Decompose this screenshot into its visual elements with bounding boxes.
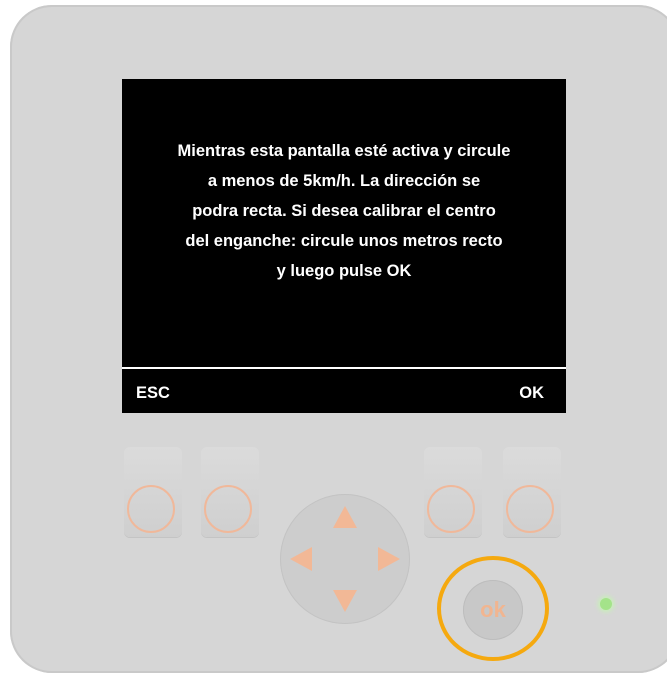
arrow-left-icon[interactable] bbox=[290, 547, 312, 571]
circle-icon bbox=[427, 485, 475, 533]
arrow-right-icon[interactable] bbox=[378, 547, 400, 571]
screen-message: Mientras esta pantalla esté activa y cir… bbox=[177, 142, 511, 280]
ok-button[interactable]: ok bbox=[463, 580, 523, 640]
softkey-label-esc: ESC bbox=[136, 384, 170, 402]
circle-icon bbox=[204, 485, 252, 533]
softkey-3-button[interactable] bbox=[424, 447, 482, 537]
status-led-icon bbox=[600, 598, 612, 610]
display-screen: Mientras esta pantalla esté activa y cir… bbox=[122, 79, 566, 413]
softkey-1-button[interactable] bbox=[124, 447, 182, 537]
softkey-label-ok: OK bbox=[519, 384, 544, 402]
directional-pad bbox=[280, 494, 410, 624]
softkey-2-button[interactable] bbox=[201, 447, 259, 537]
softkey-4-button[interactable] bbox=[503, 447, 561, 537]
arrow-up-icon[interactable] bbox=[333, 506, 357, 528]
circle-icon bbox=[127, 485, 175, 533]
screen-divider bbox=[122, 367, 566, 369]
arrow-down-icon[interactable] bbox=[333, 590, 357, 612]
circle-icon bbox=[506, 485, 554, 533]
